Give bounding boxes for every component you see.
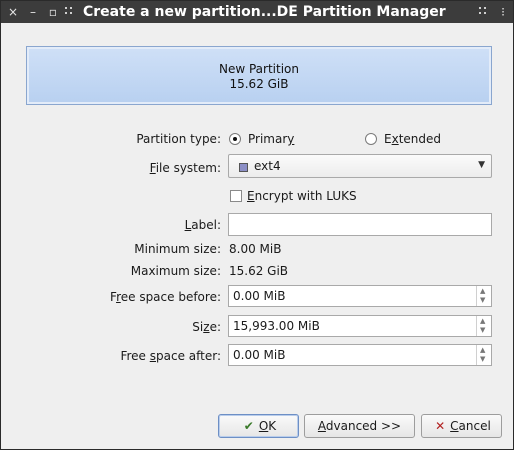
cancel-button[interactable]: ✕ Cancel [421,414,502,438]
file-system-value: ext4 [254,159,281,173]
ok-button[interactable]: ✔ OK [218,414,299,438]
size-stepper[interactable]: ▲ ▼ [476,316,491,336]
window-title: Create a new partition...DE Partition Ma… [83,4,446,20]
label-field-label: Label: [184,218,221,232]
primary-radio[interactable] [229,133,241,145]
encrypt-checkbox[interactable] [230,190,242,202]
label-input[interactable] [228,213,492,236]
preview-partition-name: New Partition [219,62,299,76]
stepper-down-icon[interactable]: ▼ [480,355,485,363]
size-value: 15,993.00 MiB [233,319,320,333]
dialog-window: × – ▫ Create a new partition...DE Partit… [0,0,514,450]
free-space-before-input[interactable]: 0.00 MiB ▲ ▼ [228,285,492,307]
cancel-x-icon: ✕ [435,419,446,433]
partition-type-label: Partition type: [136,132,221,146]
preview-partition-size: 15.62 GiB [229,77,289,91]
stepper-up-icon[interactable]: ▲ [480,287,485,295]
stepper-up-icon[interactable]: ▲ [480,317,485,325]
maximum-size-value: 15.62 GiB [229,264,289,278]
maximum-size-label: Maximum size: [130,264,221,278]
free-space-before-label: Free space before: [110,290,221,304]
titlebar-grip-left-icon [63,4,77,20]
close-icon[interactable]: × [5,3,21,21]
file-system-label: File system: [149,161,221,175]
extended-radio[interactable] [365,133,377,145]
extended-radio-label[interactable]: Extended [384,132,441,146]
size-input[interactable]: 15,993.00 MiB ▲ ▼ [228,315,492,337]
minimum-size-label: Minimum size: [134,242,221,256]
size-label: Size: [192,320,221,334]
free-space-after-input[interactable]: 0.00 MiB ▲ ▼ [228,344,492,366]
free-space-after-label: Free space after: [120,349,221,363]
stepper-down-icon[interactable]: ▼ [480,296,485,304]
titlebar-menu-icon[interactable]: ⁝ [495,3,511,21]
free-space-after-value: 0.00 MiB [233,348,286,362]
stepper-up-icon[interactable]: ▲ [480,346,485,354]
file-system-color-swatch [239,163,248,172]
free-space-before-value: 0.00 MiB [233,289,286,303]
minimize-icon[interactable]: – [25,3,41,21]
advanced-button[interactable]: Advanced >> [304,414,415,438]
titlebar-grip-right-icon [477,4,491,20]
checkmark-icon: ✔ [243,419,254,433]
encrypt-checkbox-label[interactable]: Encrypt with LUKS [247,189,357,203]
free-space-after-stepper[interactable]: ▲ ▼ [476,345,491,365]
primary-radio-label[interactable]: Primary [248,132,294,146]
chevron-down-icon: ▼ [478,160,485,170]
file-system-select[interactable]: ext4 ▼ [228,154,492,178]
partition-preview[interactable]: New Partition 15.62 GiB [26,46,492,105]
maximize-icon[interactable]: ▫ [45,3,61,21]
minimum-size-value: 8.00 MiB [229,242,282,256]
free-space-before-stepper[interactable]: ▲ ▼ [476,286,491,306]
stepper-down-icon[interactable]: ▼ [480,326,485,334]
title-bar[interactable]: × – ▫ Create a new partition...DE Partit… [1,1,513,23]
